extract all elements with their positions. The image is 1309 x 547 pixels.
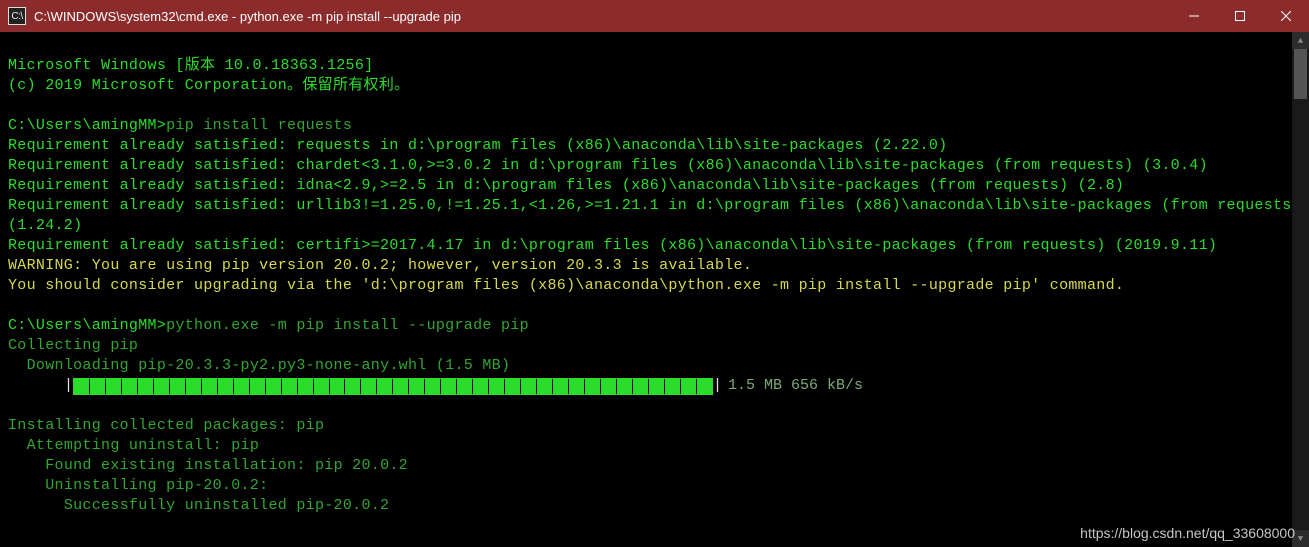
prompt: C:\Users\amingMM> <box>8 117 166 134</box>
progress-cell <box>74 379 90 394</box>
output-line: Installing collected packages: pip <box>8 417 324 434</box>
banner-line: (c) 2019 Microsoft Corporation。保留所有权利。 <box>8 77 409 94</box>
progress-cell <box>298 379 314 394</box>
progress-bar <box>73 378 713 395</box>
progress-cell <box>425 379 441 394</box>
minimize-button[interactable] <box>1171 0 1217 32</box>
progress-cell <box>186 379 202 394</box>
progress-cell <box>553 379 569 394</box>
progress-cell <box>409 379 425 394</box>
scroll-down-button[interactable]: ▼ <box>1292 530 1309 547</box>
progress-cell <box>457 379 473 394</box>
progress-cell <box>202 379 218 394</box>
watermark-text: https://blog.csdn.net/qq_33608000 <box>1080 525 1295 541</box>
progress-cell <box>314 379 330 394</box>
output-line: Collecting pip <box>8 337 138 354</box>
terminal-output: Installing collected packages: pip Attem… <box>8 396 1309 516</box>
command-text: pip install requests <box>166 117 352 134</box>
terminal-area[interactable]: Microsoft Windows [版本 10.0.18363.1256] (… <box>0 32 1309 547</box>
maximize-button[interactable] <box>1217 0 1263 32</box>
progress-cell <box>138 379 154 394</box>
progress-cell <box>441 379 457 394</box>
progress-cell <box>393 379 409 394</box>
progress-cell <box>537 379 553 394</box>
output-line: Requirement already satisfied: certifi>=… <box>8 237 1217 254</box>
progress-cell <box>505 379 521 394</box>
progress-cell <box>90 379 106 394</box>
progress-cell <box>521 379 537 394</box>
progress-cell <box>633 379 649 394</box>
progress-cell <box>345 379 361 394</box>
progress-cell <box>665 379 681 394</box>
progress-cell <box>250 379 266 394</box>
output-line: Attempting uninstall: pip <box>8 437 259 454</box>
output-line: Successfully uninstalled pip-20.0.2 <box>8 497 389 514</box>
progress-cell <box>681 379 697 394</box>
cmd-icon: C:\ <box>8 7 26 25</box>
progress-cell <box>489 379 505 394</box>
window-title: C:\WINDOWS\system32\cmd.exe - python.exe… <box>34 9 461 24</box>
output-line: Requirement already satisfied: chardet<3… <box>8 157 1208 174</box>
progress-row: | | 1.5 MB 656 kB/s <box>64 376 1309 396</box>
maximize-icon <box>1235 11 1245 21</box>
output-line: Uninstalling pip-20.0.2: <box>8 477 268 494</box>
progress-cell <box>617 379 633 394</box>
progress-cell <box>569 379 585 394</box>
progress-cell <box>697 379 712 394</box>
close-icon <box>1281 11 1291 21</box>
progress-pipe: | <box>713 376 722 396</box>
progress-cell <box>473 379 489 394</box>
chevron-up-icon: ▲ <box>1298 36 1303 46</box>
progress-cell <box>106 379 122 394</box>
command-text: python.exe -m pip install --upgrade pip <box>166 317 529 334</box>
output-line: Found existing installation: pip 20.0.2 <box>8 457 408 474</box>
progress-stats: 1.5 MB 656 kB/s <box>728 376 863 396</box>
warning-line: You should consider upgrading via the 'd… <box>8 277 1124 294</box>
progress-cell <box>218 379 234 394</box>
progress-cell <box>330 379 346 394</box>
progress-pipe: | <box>64 376 73 396</box>
output-line: Requirement already satisfied: idna<2.9,… <box>8 177 1124 194</box>
output-line: Downloading pip-20.3.3-py2.py3-none-any.… <box>8 357 510 374</box>
chevron-down-icon: ▼ <box>1298 534 1303 544</box>
minimize-icon <box>1189 11 1199 21</box>
close-button[interactable] <box>1263 0 1309 32</box>
progress-cell <box>377 379 393 394</box>
scroll-up-button[interactable]: ▲ <box>1292 32 1309 49</box>
vertical-scrollbar[interactable]: ▲ ▼ <box>1292 32 1309 547</box>
progress-cell <box>649 379 665 394</box>
progress-cell <box>282 379 298 394</box>
warning-line: WARNING: You are using pip version 20.0.… <box>8 257 752 274</box>
progress-cell <box>154 379 170 394</box>
terminal-output: Microsoft Windows [版本 10.0.18363.1256] (… <box>8 36 1309 376</box>
progress-cell <box>585 379 601 394</box>
scrollbar-thumb[interactable] <box>1294 49 1307 99</box>
progress-cell <box>122 379 138 394</box>
progress-cell <box>601 379 617 394</box>
progress-cell <box>361 379 377 394</box>
progress-cell <box>266 379 282 394</box>
prompt: C:\Users\amingMM> <box>8 317 166 334</box>
output-line: Requirement already satisfied: requests … <box>8 137 947 154</box>
scrollbar-track[interactable] <box>1292 49 1309 530</box>
banner-line: Microsoft Windows [版本 10.0.18363.1256] <box>8 57 373 74</box>
window-titlebar: C:\ C:\WINDOWS\system32\cmd.exe - python… <box>0 0 1309 32</box>
progress-cell <box>170 379 186 394</box>
progress-cell <box>234 379 250 394</box>
output-line: Requirement already satisfied: urllib3!=… <box>8 197 1309 234</box>
